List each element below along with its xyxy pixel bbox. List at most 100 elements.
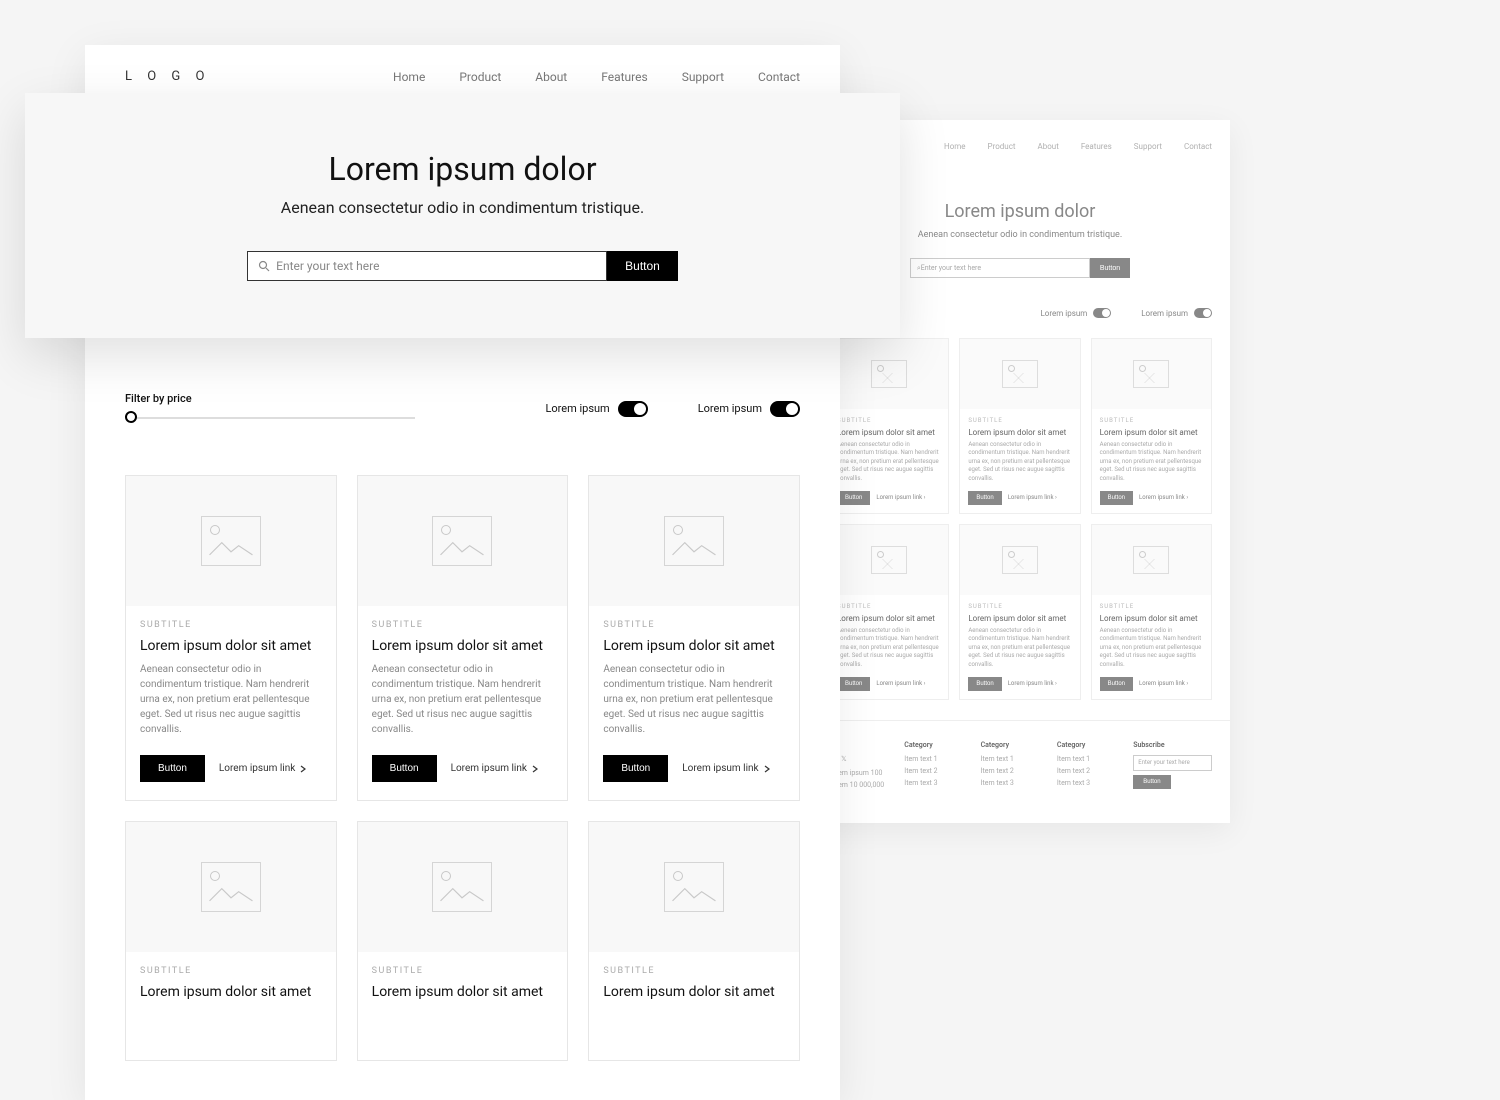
card-button[interactable]: Button [372,755,437,782]
filter-row: Filter by price Lorem ipsum Lorem ipsum [85,392,840,425]
back-footer-link[interactable]: Item text 2 [981,767,1037,775]
twitter-icon[interactable]: 𝕏 [841,755,847,765]
image-placeholder-icon [1092,525,1211,595]
back-card-title: Lorem ipsum dolor sit amet [968,428,1071,437]
back-footer-link[interactable]: Item text 3 [904,779,960,787]
back-search-button[interactable]: Button [1090,258,1130,278]
back-toggle2[interactable] [1194,308,1212,318]
card-subtitle: SUBTITLE [603,620,785,630]
back-footer-category-col: Category Item text 1 Item text 2 Item te… [1057,741,1113,793]
back-footer-link[interactable]: Item text 2 [904,767,960,775]
back-footer-link[interactable]: Item text 1 [1057,755,1113,763]
back-card-button[interactable]: Button [837,677,870,691]
back-nav-item[interactable]: Features [1081,142,1112,151]
back-card-title: Lorem ipsum dolor sit amet [837,428,940,437]
back-card-button[interactable]: Button [968,491,1001,505]
card-button[interactable]: Button [603,755,668,782]
back-search-placeholder: Enter your text here [921,264,981,272]
toggle2[interactable] [770,401,800,417]
search-placeholder: Enter your text here [276,259,379,273]
chevron-right-icon [299,765,307,773]
back-card-link[interactable]: Lorem ipsum link › [1008,680,1057,687]
card-title: Lorem ipsum dolor sit amet [603,984,785,1000]
back-card-link[interactable]: Lorem ipsum link › [1139,494,1188,501]
price-slider[interactable] [125,411,415,425]
card-description: Aenean consectetur odio in condimentum t… [603,662,785,737]
back-toggle1-label: Lorem ipsum [1041,309,1088,318]
back-nav-item[interactable]: Support [1134,142,1162,151]
chevron-right-icon [763,765,771,773]
back-card-button[interactable]: Button [1100,491,1133,505]
back-nav-item[interactable]: Product [988,142,1016,151]
card-title: Lorem ipsum dolor sit amet [372,638,554,654]
card-link[interactable]: Lorem ipsum link [682,763,770,774]
product-card: SUBTITLE Lorem ipsum dolor sit amet Aene… [588,475,800,801]
back-subscribe-button[interactable]: Button [1133,775,1170,789]
back-card: SUBTITLE Lorem ipsum dolor sit amet Aene… [1091,338,1212,514]
image-placeholder-icon [201,516,261,566]
back-card-desc: Aenean consectetur odio in condimentum t… [837,441,940,483]
back-footer-link[interactable]: Item text 2 [1057,767,1113,775]
back-card: SUBTITLE Lorem ipsum dolor sit amet Aene… [959,338,1080,514]
back-card-subtitle: SUBTITLE [968,603,1071,610]
back-card-subtitle: SUBTITLE [1100,603,1203,610]
nav-about[interactable]: About [535,70,567,84]
nav-support[interactable]: Support [682,70,724,84]
card-button[interactable]: Button [140,755,205,782]
back-footer-link[interactable]: Item text 3 [1057,779,1113,787]
back-nav-item[interactable]: Home [944,142,966,151]
back-card-desc: Aenean consectetur odio in condimentum t… [1100,627,1203,669]
filter-right: Lorem ipsum Lorem ipsum [545,401,800,417]
back-card-title: Lorem ipsum dolor sit amet [837,614,940,623]
back-footer-link[interactable]: Item text 3 [981,779,1037,787]
hero-title: Lorem ipsum dolor [328,150,596,188]
back-card-subtitle: SUBTITLE [837,603,940,610]
back-card-button[interactable]: Button [837,491,870,505]
nav-product[interactable]: Product [459,70,501,84]
image-placeholder-icon [829,339,948,409]
back-footer-category: Category [904,741,960,749]
product-card: SUBTITLE Lorem ipsum dolor sit amet Aene… [357,475,569,801]
card-link[interactable]: Lorem ipsum link [219,763,307,774]
back-subscribe-input[interactable]: Enter your text here [1133,755,1212,771]
image-placeholder-icon [664,516,724,566]
image-placeholder-icon [432,862,492,912]
back-nav-item[interactable]: About [1038,142,1059,151]
slider-handle[interactable] [125,411,137,423]
hero-panel: Lorem ipsum dolor Aenean consectetur odi… [25,93,900,338]
back-card-title: Lorem ipsum dolor sit amet [1100,614,1203,623]
nav-home[interactable]: Home [393,70,425,84]
chevron-right-icon [531,765,539,773]
back-card-desc: Aenean consectetur odio in condimentum t… [968,627,1071,669]
back-card-button[interactable]: Button [968,677,1001,691]
back-card-button[interactable]: Button [1100,677,1133,691]
card-subtitle: SUBTITLE [140,620,322,630]
card-image [358,476,568,606]
search-button[interactable]: Button [607,251,678,281]
back-card-title: Lorem ipsum dolor sit amet [968,614,1071,623]
search-input[interactable]: Enter your text here [247,251,607,281]
card-description: Aenean consectetur odio in condimentum t… [372,662,554,737]
back-search-input[interactable]: ⌕ Enter your text here [910,258,1090,278]
back-card-link[interactable]: Lorem ipsum link › [876,494,925,501]
product-card: SUBTITLE Lorem ipsum dolor sit amet [588,821,800,1061]
back-footer-link[interactable]: Item text 1 [981,755,1037,763]
back-card-link[interactable]: Lorem ipsum link › [876,680,925,687]
toggle1[interactable] [618,401,648,417]
nav-features[interactable]: Features [601,70,647,84]
back-card-link[interactable]: Lorem ipsum link › [1008,494,1057,501]
card-link[interactable]: Lorem ipsum link [451,763,539,774]
back-toggle1[interactable] [1093,308,1111,318]
back-nav-item[interactable]: Contact [1184,142,1212,151]
nav-contact[interactable]: Contact [758,70,800,84]
logo[interactable]: L O G O [125,69,210,84]
back-toggle2-label: Lorem ipsum [1141,309,1188,318]
back-card-desc: Aenean consectetur odio in condimentum t… [968,441,1071,483]
back-footer-category: Category [981,741,1037,749]
card-subtitle: SUBTITLE [140,966,322,976]
back-footer-subscribe: Subscribe Enter your text here Button [1133,741,1212,793]
back-card-link[interactable]: Lorem ipsum link › [1139,680,1188,687]
filter-left: Filter by price [125,392,415,425]
back-footer-link[interactable]: Item text 1 [904,755,960,763]
image-placeholder-icon [201,862,261,912]
